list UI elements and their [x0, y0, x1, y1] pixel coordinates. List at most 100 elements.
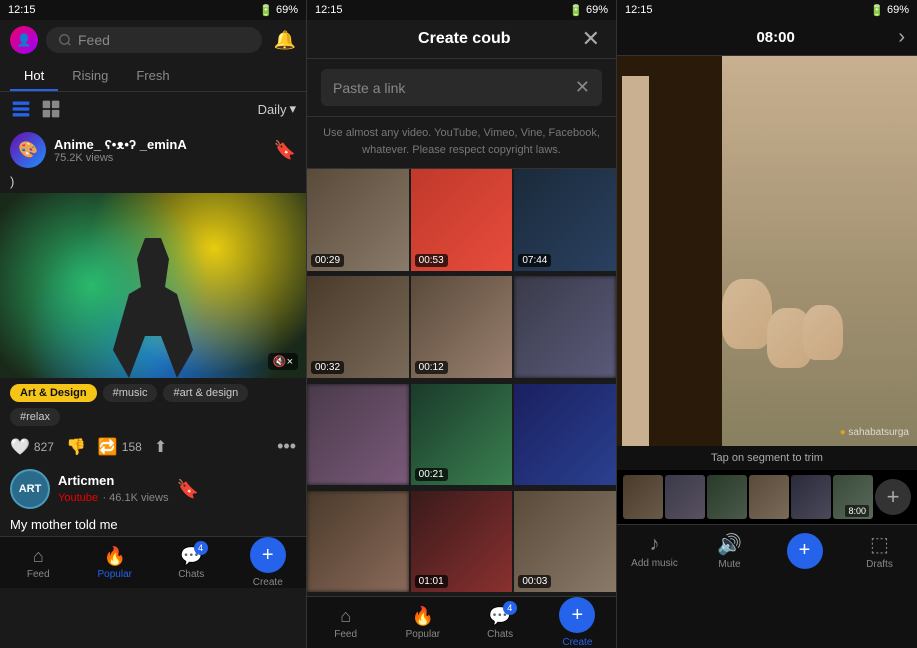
like-button[interactable]: 🤍 827 [10, 437, 54, 457]
modal-title: Create coub [347, 30, 582, 48]
tab-rising[interactable]: Rising [58, 60, 122, 91]
link-input[interactable]: Paste a link [333, 80, 575, 96]
next-button[interactable]: › [898, 26, 905, 49]
p2-nav-popular[interactable]: 🔥 Popular [384, 597, 461, 648]
video-thumb-11[interactable]: 01:01 [411, 491, 513, 593]
p2-nav-chats[interactable]: 4 💬 Chats [462, 597, 539, 648]
film-frame-5[interactable] [791, 475, 831, 519]
link-input-wrap[interactable]: Paste a link ✕ [321, 69, 602, 106]
nav-create[interactable]: + Create [230, 537, 307, 588]
link-hint: Use almost any video. YouTube, Vimeo, Vi… [307, 117, 616, 169]
post2-name: Articmen [58, 473, 168, 488]
door-frame [617, 56, 722, 446]
tag-art-design2[interactable]: #art & design [163, 384, 248, 402]
battery-icon-2: 🔋 [569, 4, 583, 17]
film-frame-6[interactable]: 8:00 [833, 475, 873, 519]
bookmark-icon[interactable]: 🔖 [274, 140, 296, 161]
p2-flame-icon: 🔥 [412, 606, 434, 627]
post2-avatar[interactable]: ART [10, 469, 50, 509]
duration-12: 00:03 [518, 575, 551, 588]
video-thumb-6[interactable] [514, 276, 616, 378]
tab-fresh[interactable]: Fresh [122, 60, 183, 91]
view-mode-icons [10, 98, 62, 120]
video-thumb-3[interactable]: 07:44 [514, 169, 616, 271]
add-segment-button[interactable]: + [875, 479, 911, 515]
video-thumb-2[interactable]: 00:53 [411, 169, 513, 271]
video-thumb-9[interactable] [514, 384, 616, 486]
p3-nav-mute[interactable]: 🔊 Mute [692, 525, 767, 576]
nav-popular[interactable]: 🔥 Popular [77, 537, 154, 588]
video-thumb-7[interactable] [307, 384, 409, 486]
video-thumb-1[interactable]: 00:29 [307, 169, 409, 271]
notification-icon[interactable]: 🔔 [274, 30, 296, 51]
create-icon: + [250, 537, 286, 573]
p3-nav-create[interactable]: + [767, 525, 842, 576]
grid-view-icon[interactable] [40, 98, 62, 120]
duration-3: 07:44 [518, 254, 551, 267]
video-thumb-8[interactable]: 00:21 [411, 384, 513, 486]
duration-4: 00:32 [311, 361, 344, 374]
video-thumb-10[interactable] [307, 491, 409, 593]
panel-feed: 12:15 🔋 69% 👤 Feed 🔔 Hot Rising Fresh [0, 0, 307, 648]
film-frame-2[interactable] [665, 475, 705, 519]
volume-icon[interactable]: 🔇× [268, 353, 298, 370]
tab-hot[interactable]: Hot [10, 60, 58, 91]
nav-feed[interactable]: ⌂ Feed [0, 537, 77, 588]
user-avatar[interactable]: 👤 [10, 26, 38, 54]
link-clear-icon[interactable]: ✕ [575, 77, 590, 98]
film-frame-4[interactable] [749, 475, 789, 519]
cat-figure-1 [722, 279, 772, 349]
post1-header: 🎨 Anime_ ʕ•ᴥ•ʔ _eminA 75.2K views 🔖 [0, 126, 306, 174]
search-input-wrap[interactable]: Feed [46, 27, 262, 53]
status-bar-1: 12:15 🔋 69% [0, 0, 306, 20]
video-thumb-4[interactable]: 00:32 [307, 276, 409, 378]
dislike-button[interactable]: 👎 [66, 437, 86, 457]
p2-create-icon: + [559, 597, 595, 633]
p2-nav-feed-label: Feed [334, 629, 357, 640]
video-thumb-12[interactable]: 00:03 [514, 491, 616, 593]
film-frame-1[interactable] [623, 475, 663, 519]
post2-bookmark[interactable]: 🔖 [176, 479, 198, 500]
p2-nav-chats-label: Chats [487, 629, 513, 640]
post2-header: ART Articmen Youtube · 46.1K views 🔖 [0, 461, 306, 517]
p2-nav-create[interactable]: + Create [539, 597, 616, 648]
p2-chats-badge: 4 [503, 601, 517, 615]
nav-chats[interactable]: 4 💬 Chats [153, 537, 230, 588]
tag-music[interactable]: #music [103, 384, 158, 402]
daily-filter[interactable]: Daily ▾ [258, 101, 296, 117]
modal-header: Create coub ✕ [307, 20, 616, 59]
p2-nav-feed[interactable]: ⌂ Feed [307, 597, 384, 648]
p3-nav-drafts[interactable]: ⬚ Drafts [842, 525, 917, 576]
p2-nav-create-label: Create [562, 637, 592, 648]
watermark: ● sahabatsurga [840, 427, 909, 438]
post1-avatar[interactable]: 🎨 [10, 132, 46, 168]
like-count: 827 [34, 440, 54, 454]
drafts-icon: ⬚ [870, 532, 889, 557]
post2-caption: My mother told me [0, 517, 306, 536]
search-bar: 👤 Feed 🔔 [0, 20, 306, 60]
panel-video-editor: 12:15 🔋 69% 08:00 › ● sahabatsurga [617, 0, 917, 648]
video-preview[interactable]: ● sahabatsurga [617, 56, 917, 446]
post1-views: 75.2K views [54, 152, 266, 164]
share-button[interactable]: ⬆ [154, 437, 167, 457]
duration-8: 00:21 [415, 468, 448, 481]
time-3: 12:15 [625, 4, 653, 16]
p3-nav-add-music[interactable]: ♪ Add music [617, 525, 692, 576]
film-frame-3[interactable] [707, 475, 747, 519]
nav-popular-label: Popular [98, 569, 132, 580]
tag-relax[interactable]: #relax [10, 408, 60, 426]
tag-art-design[interactable]: Art & Design [10, 384, 97, 402]
cat-figure-3 [803, 305, 843, 360]
duration-1: 00:29 [311, 254, 344, 267]
post1-image[interactable]: 🔇× [0, 193, 306, 378]
chats-badge: 4 [194, 541, 208, 555]
list-view-icon[interactable] [10, 98, 32, 120]
duration-11: 01:01 [415, 575, 448, 588]
more-options-button[interactable]: ••• [277, 436, 296, 457]
p3-mute-label: Mute [718, 559, 740, 570]
feed-tabs: Hot Rising Fresh [0, 60, 306, 92]
video-thumb-5[interactable]: 00:12 [411, 276, 513, 378]
repost-button[interactable]: 🔁 158 [98, 437, 142, 457]
close-modal-button[interactable]: ✕ [582, 28, 600, 50]
post1-actions: 🤍 827 👎 🔁 158 ⬆ ••• [0, 432, 306, 461]
